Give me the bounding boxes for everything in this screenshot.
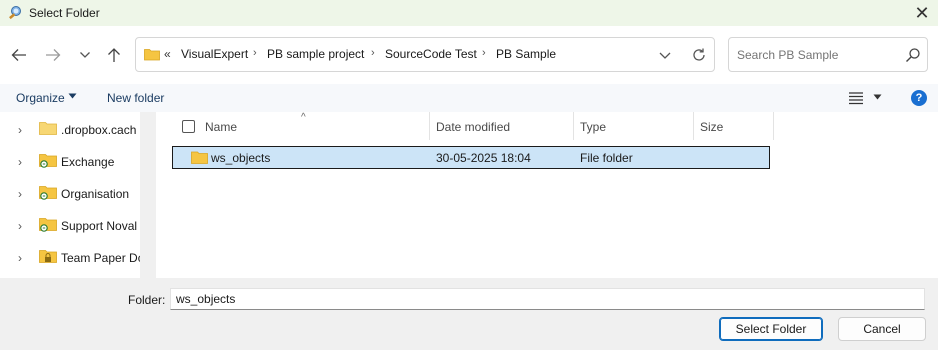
column-divider[interactable]: [429, 112, 430, 140]
dialog-footer: Folder: Select Folder Cancel: [0, 278, 938, 350]
column-header-name[interactable]: Name: [205, 120, 237, 148]
folder-label: Folder:: [128, 293, 166, 307]
chevron-right-icon[interactable]: ›: [482, 47, 486, 59]
breadcrumb-sourcecode-test[interactable]: SourceCode Test: [385, 47, 477, 61]
shared-folder-icon: [39, 154, 57, 168]
chevron-down-icon[interactable]: [656, 46, 674, 64]
chevron-right-icon[interactable]: ›: [18, 251, 22, 265]
organize-button[interactable]: Organize: [16, 91, 65, 105]
chevron-down-icon[interactable]: [75, 46, 95, 64]
folder-icon: [144, 49, 160, 61]
chevron-right-icon[interactable]: ›: [371, 47, 375, 59]
chevron-right-icon[interactable]: ›: [253, 47, 257, 59]
sidebar-item[interactable]: › Exchange: [0, 147, 140, 175]
column-header-size[interactable]: Size: [700, 120, 723, 148]
command-toolbar: Organize New folder ?: [0, 84, 938, 112]
file-list: ^ Name Date modified Type Size ws_object…: [156, 112, 938, 278]
sidebar-item[interactable]: › .dropbox.cach: [0, 115, 140, 143]
column-header-type[interactable]: Type: [580, 120, 606, 148]
file-date-modified: 30-05-2025 18:04: [436, 151, 531, 165]
shared-folder-icon: [39, 186, 57, 200]
locked-folder-icon: [39, 250, 57, 263]
sidebar-item-label: Team Paper Dc: [61, 251, 140, 265]
select-all-checkbox[interactable]: [182, 120, 195, 133]
sidebar-item-label: Support Noval: [61, 219, 138, 233]
search-icon[interactable]: [905, 47, 921, 63]
column-divider[interactable]: [773, 112, 774, 140]
breadcrumb-pb-sample[interactable]: PB Sample: [496, 47, 556, 61]
file-name: ws_objects: [211, 151, 271, 165]
address-bar[interactable]: « VisualExpert › PB sample project › Sou…: [135, 37, 715, 72]
column-header-date-modified[interactable]: Date modified: [436, 120, 510, 148]
breadcrumb-pb-sample-project[interactable]: PB sample project: [267, 47, 364, 61]
address-overflow[interactable]: «: [164, 47, 171, 61]
caret-down-icon[interactable]: [68, 93, 77, 99]
search-input[interactable]: [737, 48, 897, 62]
window-title: Select Folder: [29, 6, 100, 20]
sort-ascending-icon: ^: [301, 112, 306, 123]
column-divider[interactable]: [573, 112, 574, 140]
chevron-right-icon[interactable]: ›: [18, 155, 22, 169]
chevron-right-icon[interactable]: ›: [18, 187, 22, 201]
sidebar-item-label: .dropbox.cach: [61, 123, 137, 137]
chevron-right-icon[interactable]: ›: [18, 123, 22, 137]
view-options-icon[interactable]: [848, 91, 864, 105]
help-icon[interactable]: ?: [911, 90, 927, 106]
arrow-left-icon[interactable]: [9, 46, 29, 64]
folder-icon: [191, 151, 208, 164]
file-type: File folder: [580, 151, 633, 165]
sidebar-item[interactable]: › Support Noval: [0, 211, 140, 239]
file-row[interactable]: ws_objects 30-05-2025 18:04 File folder: [172, 146, 770, 169]
sidebar-item[interactable]: › Team Paper Dc: [0, 243, 140, 271]
sidebar-scrollbar[interactable]: [140, 112, 156, 278]
sidebar-item-label: Organisation: [61, 187, 130, 201]
chevron-right-icon[interactable]: ›: [18, 219, 22, 233]
breadcrumb-visualexpert[interactable]: VisualExpert: [181, 47, 248, 61]
title-bar: Select Folder ✕: [0, 0, 938, 26]
arrow-up-icon[interactable]: [104, 46, 124, 64]
sidebar-item-label: Exchange: [61, 155, 115, 169]
folder-picker-icon: [9, 6, 21, 20]
close-icon[interactable]: ✕: [912, 3, 932, 23]
navigation-pane: › .dropbox.cach › Exchange › Organisatio…: [0, 112, 140, 278]
cancel-button[interactable]: Cancel: [838, 317, 926, 341]
refresh-icon[interactable]: [690, 46, 708, 64]
folder-name-input[interactable]: [170, 288, 925, 310]
folder-icon: [39, 122, 57, 135]
arrow-right-icon[interactable]: [43, 46, 63, 64]
shared-folder-icon: [39, 218, 57, 232]
select-folder-button[interactable]: Select Folder: [719, 317, 823, 341]
navigation-bar: « VisualExpert › PB sample project › Sou…: [0, 26, 938, 84]
sidebar-item[interactable]: › Organisation: [0, 179, 140, 207]
caret-down-icon[interactable]: [873, 94, 882, 100]
column-divider[interactable]: [693, 112, 694, 140]
new-folder-button[interactable]: New folder: [107, 91, 164, 105]
search-box[interactable]: [728, 37, 928, 72]
